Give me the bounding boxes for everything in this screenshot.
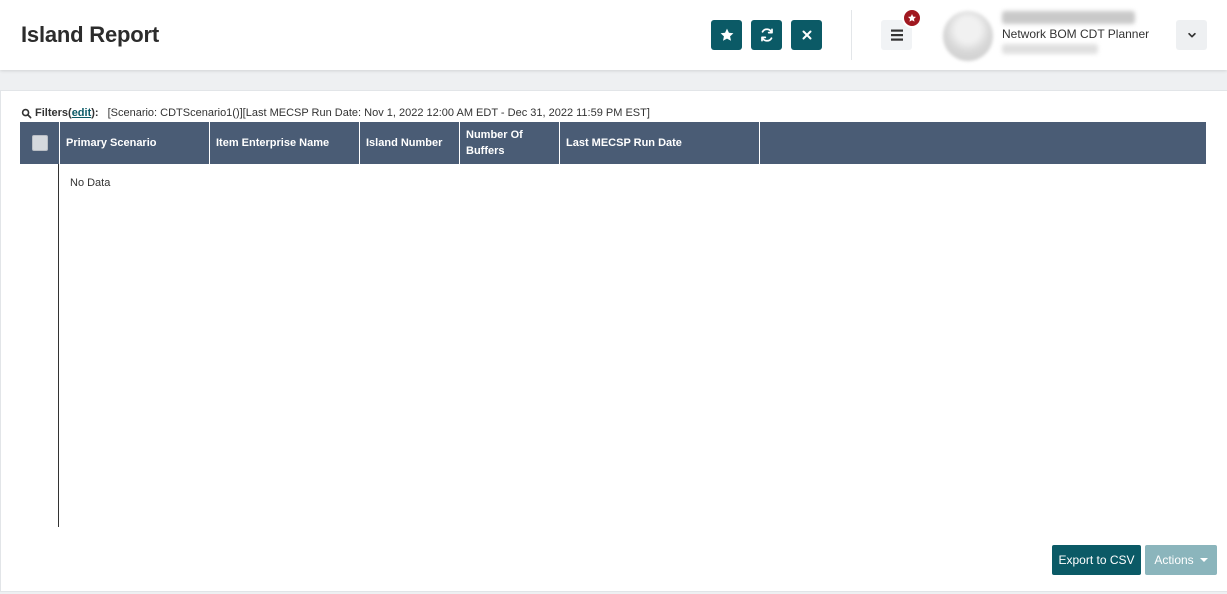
avatar[interactable] [943,11,993,61]
close-icon [802,30,811,40]
export-csv-button[interactable]: Export to CSV [1052,545,1141,575]
notification-badge[interactable] [902,8,922,28]
caret-down-icon [1199,558,1208,562]
page-header: Island Report Network BOM CDT Planner [0,0,1227,70]
column-header-primary-scenario[interactable]: Primary Scenario [60,122,210,164]
user-name-redacted [1002,11,1135,24]
report-panel [0,90,1227,592]
star-badge-icon [908,14,916,22]
table-header: Primary Scenario Item Enterprise Name Is… [20,122,1206,164]
select-all-checkbox[interactable] [31,135,48,151]
refresh-icon [760,28,773,42]
filters-bar: Filters (edit): [Scenario: CDTScenario1(… [21,107,650,119]
refresh-button[interactable] [751,20,782,50]
select-all-cell [20,122,60,164]
column-header-last-mecsp-run-date[interactable]: Last MECSP Run Date [560,122,760,164]
column-header-number-of-buffers[interactable]: Number Of Buffers [460,122,560,164]
user-menu-dropdown[interactable] [1176,20,1207,50]
empty-table-message: No Data [70,177,111,189]
header-divider [851,10,852,60]
filters-edit-close: ): [91,107,99,119]
actions-button[interactable]: Actions [1145,545,1217,575]
star-icon [720,28,733,41]
close-button[interactable] [791,20,822,50]
search-icon [21,108,32,118]
actions-button-label: Actions [1154,553,1194,567]
column-header-item-enterprise-name[interactable]: Item Enterprise Name [210,122,360,164]
filters-summary: [Scenario: CDTScenario1()][Last MECSP Ru… [107,107,650,119]
page-title: Island Report [21,22,159,47]
filters-label: Filters [35,107,69,119]
table-column-divider [58,164,59,527]
user-email-redacted [1002,44,1098,54]
user-role: Network BOM CDT Planner [1002,27,1150,41]
chevron-down-icon [1187,32,1196,38]
favorite-button[interactable] [711,20,742,50]
column-header-island-number[interactable]: Island Number [360,122,460,164]
hamburger-menu-icon [890,29,903,41]
filters-edit-link[interactable]: edit [72,107,92,119]
